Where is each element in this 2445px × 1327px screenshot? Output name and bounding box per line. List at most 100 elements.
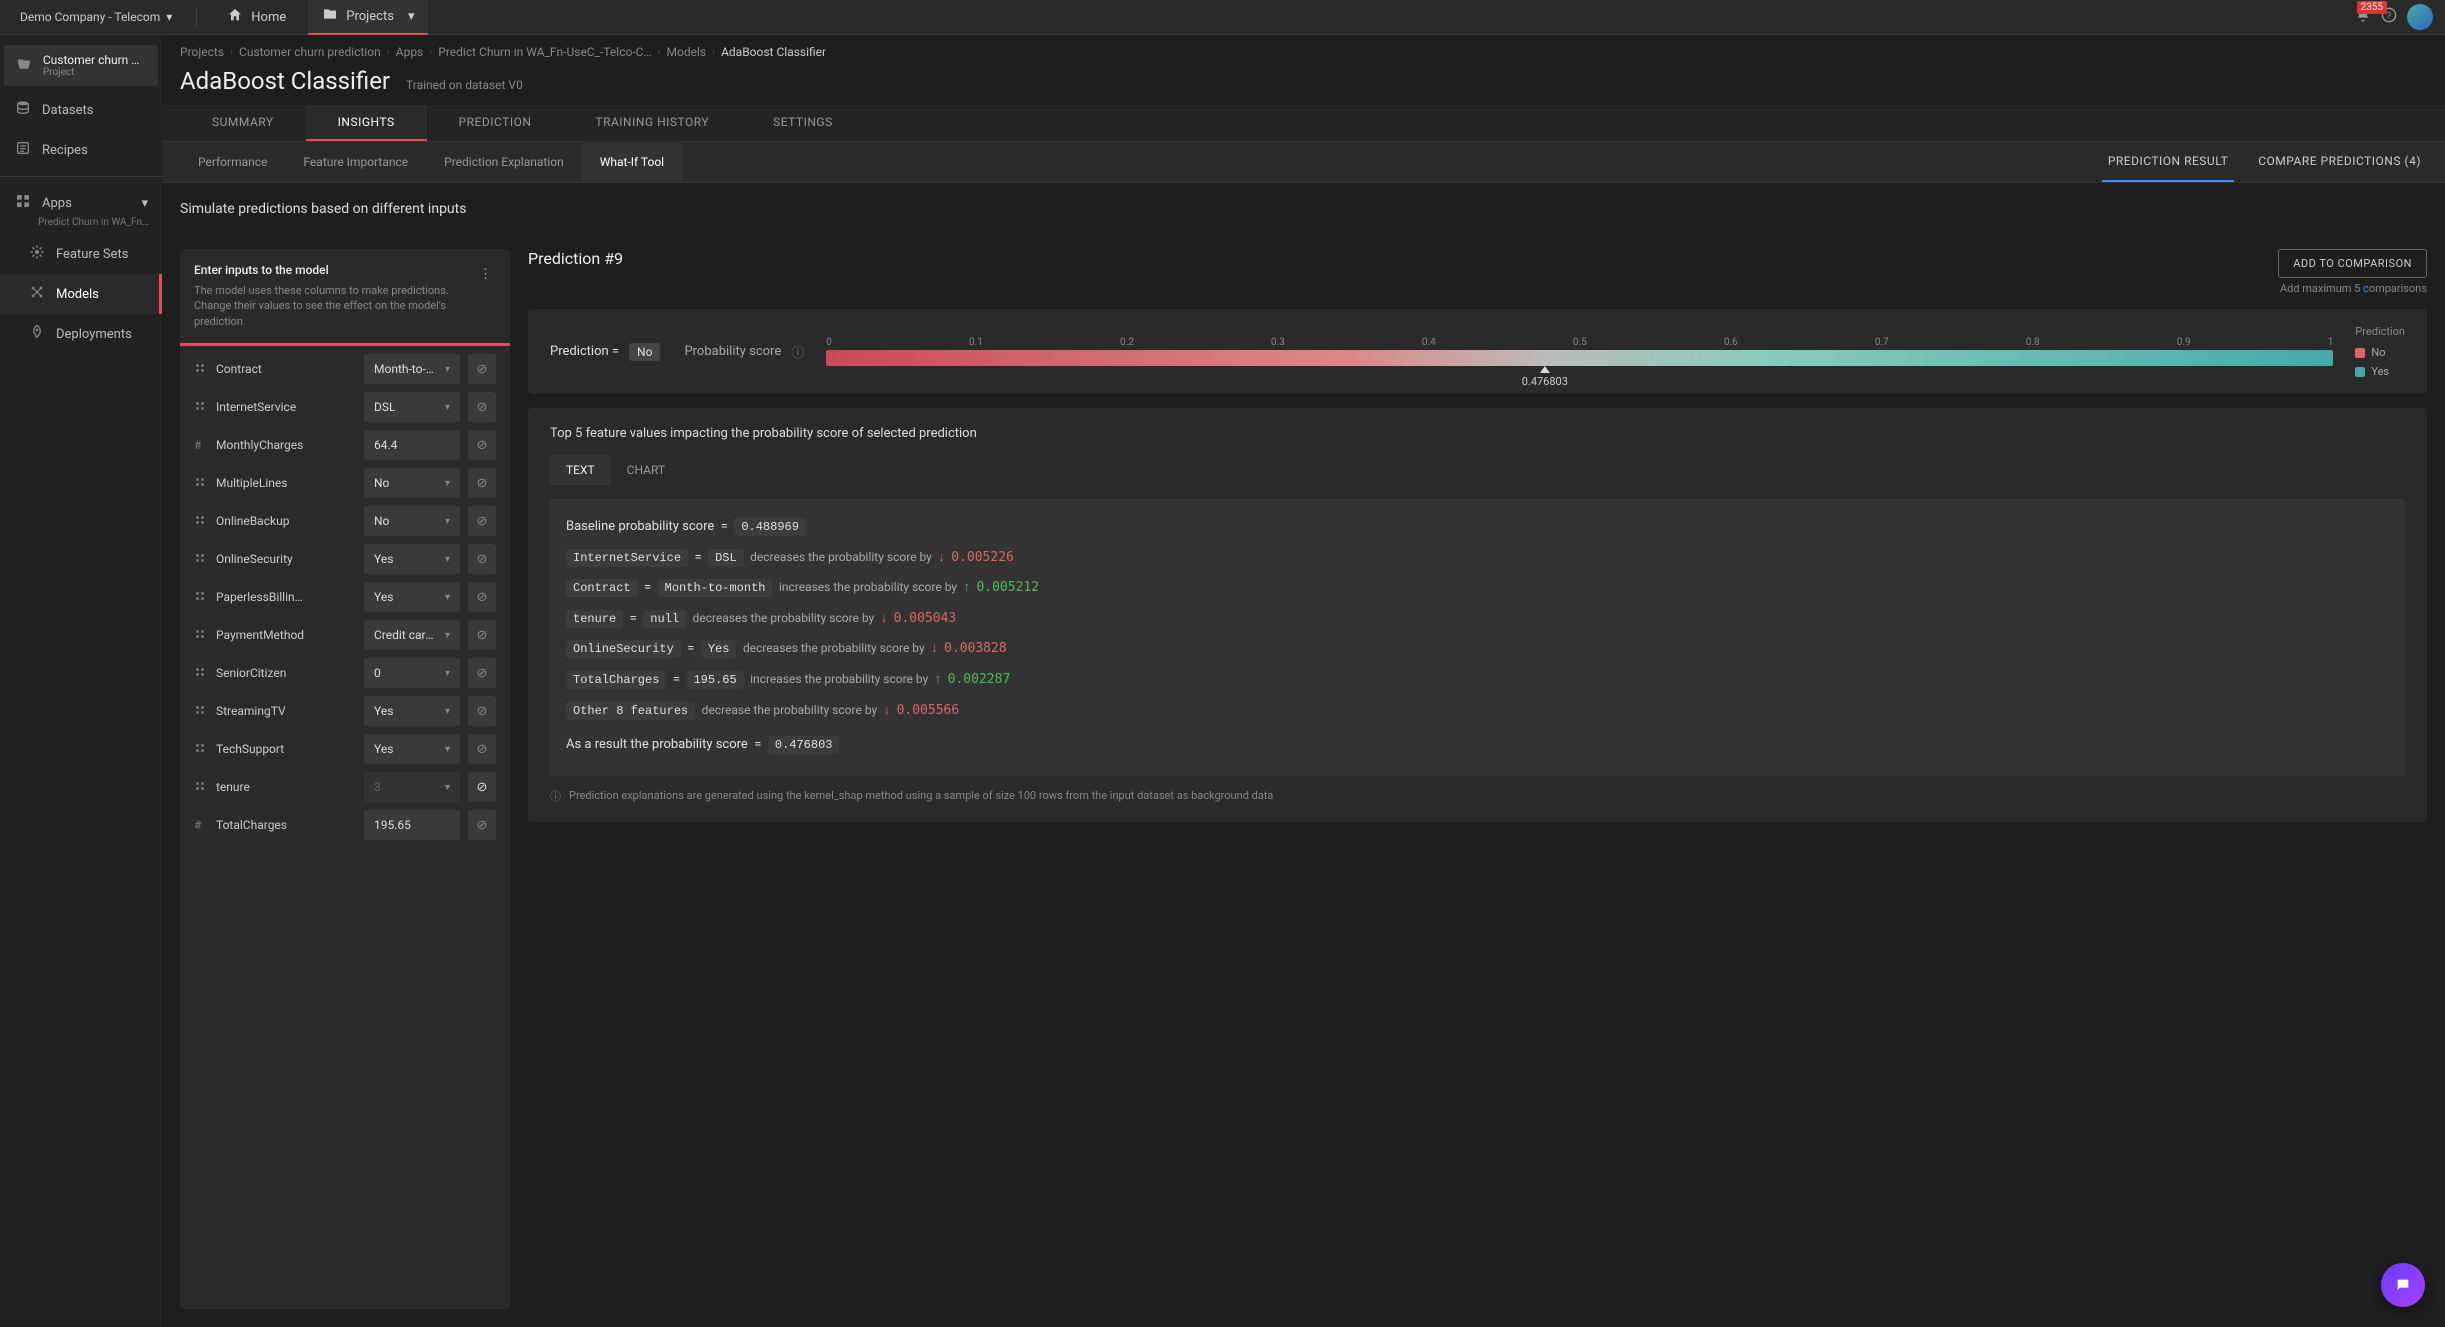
breadcrumb-item[interactable]: Apps [396, 45, 424, 59]
impact-tab-text[interactable]: TEXT [550, 455, 611, 485]
impact-row: TotalCharges = 195.65 increases the prob… [566, 666, 2389, 695]
reset-button[interactable]: ⊘ [468, 810, 496, 840]
notifications-button[interactable]: 2355 [2355, 7, 2371, 27]
nav-projects[interactable]: Projects ▾ [308, 0, 428, 35]
axis-tick: 0.4 [1422, 337, 1436, 348]
inputs-description: The model uses these columns to make pre… [194, 283, 475, 329]
compare-predictions-tab[interactable]: COMPARE PREDICTIONS (4) [2252, 142, 2427, 182]
user-avatar[interactable] [2407, 4, 2433, 30]
input-select[interactable]: Yes▾ [364, 582, 460, 612]
tab-prediction[interactable]: PREDICTION [427, 105, 564, 141]
sidebar-item-models[interactable]: Models [0, 274, 162, 314]
reset-button[interactable]: ⊘ [468, 620, 496, 650]
notification-badge: 2355 [2357, 1, 2387, 14]
reset-button[interactable]: ⊘ [468, 544, 496, 574]
input-select[interactable]: Yes▾ [364, 544, 460, 574]
reset-button[interactable]: ⊘ [468, 354, 496, 384]
prediction-result-tab[interactable]: PREDICTION RESULT [2102, 142, 2234, 182]
axis-tick: 1 [2328, 337, 2334, 348]
other-delta: 0.005566 [897, 703, 960, 718]
tab-summary[interactable]: SUMMARY [180, 105, 306, 141]
tab-insights[interactable]: INSIGHTS [306, 105, 427, 141]
probability-score-label: Probability score [684, 344, 781, 359]
baseline-value: 0.488969 [734, 518, 806, 536]
impact-row: OnlineSecurity = Yes decreases the proba… [566, 635, 2389, 664]
reset-button[interactable]: ⊘ [468, 468, 496, 498]
sidebar-item-datasets[interactable]: Datasets [0, 90, 162, 130]
reset-button[interactable]: ⊘ [468, 392, 496, 422]
input-select[interactable]: 0▾ [364, 658, 460, 688]
sub-tabs: PerformanceFeature ImportancePrediction … [162, 142, 2445, 183]
breadcrumb-item[interactable]: Projects [180, 45, 224, 59]
impact-delta: 0.005043 [894, 611, 957, 626]
info-icon[interactable]: ⓘ [791, 342, 804, 361]
sidebar-project[interactable]: Customer churn pred… Project [4, 45, 158, 86]
input-label: OnlineBackup [194, 514, 356, 529]
impact-row: tenure = null decreases the probability … [566, 605, 2389, 634]
sidebar-item-recipes[interactable]: Recipes [0, 130, 162, 170]
reset-button[interactable]: ⊘ [468, 696, 496, 726]
models-icon [28, 284, 46, 304]
input-row: Contract Month-to-m…▾ ⊘ [194, 354, 496, 384]
sidebar-feature-sets-label: Feature Sets [56, 247, 128, 262]
reset-button[interactable]: ⊘ [468, 772, 496, 802]
input-select[interactable]: Month-to-m…▾ [364, 354, 460, 384]
company-selector[interactable]: Demo Company - Telecom ▾ [12, 6, 180, 28]
input-name: OnlineBackup [216, 514, 289, 528]
feature-name: InternetService [566, 549, 688, 567]
breadcrumb-item[interactable]: Models [667, 45, 707, 59]
tab-settings[interactable]: SETTINGS [741, 105, 865, 141]
input-value: DSL [374, 400, 395, 414]
reset-button[interactable]: ⊘ [468, 506, 496, 536]
inputs-menu-button[interactable]: ⋮ [475, 263, 496, 329]
input-select[interactable]: Credit card …▾ [364, 620, 460, 650]
axis-tick: 0.9 [2177, 337, 2191, 348]
input-select[interactable]: Yes▾ [364, 696, 460, 726]
chevron-down-icon: ▾ [445, 554, 450, 565]
subtab-what-if-tool[interactable]: What-If Tool [582, 143, 682, 181]
input-row: PaperlessBillin…Yes▾⊘ [194, 582, 496, 612]
input-value: 3 [374, 780, 381, 794]
simulate-title: Simulate predictions based on different … [180, 201, 2427, 217]
input-name: MonthlyCharges [216, 438, 303, 452]
input-label: Contract [194, 362, 356, 377]
input-text[interactable] [364, 430, 460, 460]
divider [196, 7, 197, 27]
chat-fab[interactable] [2381, 1263, 2425, 1307]
chevron-down-icon: ▾ [166, 10, 172, 24]
prediction-legend: Prediction No Yes [2355, 325, 2405, 378]
input-name: InternetService [216, 400, 296, 414]
input-text[interactable] [364, 810, 460, 840]
add-to-comparison-button[interactable]: ADD TO COMPARISON [2278, 249, 2427, 278]
impact-phrase: increases the probability score by [750, 672, 928, 686]
reset-button[interactable]: ⊘ [468, 734, 496, 764]
category-icon [194, 362, 208, 377]
sidebar-item-feature-sets[interactable]: Feature Sets [0, 234, 162, 274]
sidebar-item-deployments[interactable]: Deployments [0, 314, 162, 354]
reset-button[interactable]: ⊘ [468, 658, 496, 688]
subtab-feature-importance[interactable]: Feature Importance [285, 143, 426, 181]
impact-tab-chart[interactable]: CHART [611, 455, 681, 485]
subtab-prediction-explanation[interactable]: Prediction Explanation [426, 143, 582, 181]
input-value: Yes [374, 742, 393, 756]
subtab-performance[interactable]: Performance [180, 143, 285, 181]
input-value: No [374, 514, 389, 528]
input-select[interactable]: No▾ [364, 506, 460, 536]
input-row: TechSupportYes▾⊘ [194, 734, 496, 764]
page-title: AdaBoost Classifier [180, 67, 390, 95]
nav-home[interactable]: Home [213, 0, 300, 35]
reset-button[interactable]: ⊘ [468, 430, 496, 460]
input-select[interactable]: DSL▾ [364, 392, 460, 422]
input-row: #TotalCharges⊘ [194, 810, 496, 840]
reset-button[interactable]: ⊘ [468, 582, 496, 612]
arrow-down-icon: ↓ [884, 703, 891, 718]
project-title: Customer churn pred… [43, 53, 146, 67]
probability-bar: 0.476803 [826, 350, 2333, 366]
input-label: OnlineSecurity [194, 552, 356, 567]
inputs-panel: Enter inputs to the model The model uses… [180, 249, 510, 1309]
input-select[interactable]: No▾ [364, 468, 460, 498]
breadcrumb-item[interactable]: Predict Churn in WA_Fn-UseC_-Telco-C… [438, 45, 651, 59]
tab-training-history[interactable]: TRAINING HISTORY [563, 105, 741, 141]
breadcrumb-item[interactable]: Customer churn prediction [239, 45, 381, 59]
input-select[interactable]: Yes▾ [364, 734, 460, 764]
